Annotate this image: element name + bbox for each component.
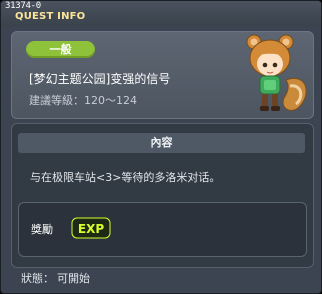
title-bar[interactable]: 31374-0 QUEST INFO <box>1 1 321 26</box>
reward-box: 獎勵 EXP <box>18 202 307 257</box>
category-badge: 一般 <box>26 41 95 58</box>
reward-label: 獎勵 <box>31 223 53 236</box>
content-section: 內容 与在极限车站<3>等待的多洛米对话。 獎勵 EXP <box>11 123 314 268</box>
quest-description: 与在极限车站<3>等待的多洛米对话。 <box>30 171 221 184</box>
status-value: 可開始 <box>57 272 90 285</box>
svg-text:EXP: EXP <box>78 222 104 236</box>
quest-info-window: 31374-0 QUEST INFO 一般 [梦幻主题公园]变强的信号 建議等級… <box>0 0 322 294</box>
content-header: 內容 <box>18 133 305 153</box>
exp-icon[interactable]: EXP <box>71 215 111 241</box>
recommended-level: 建議等級：120～124 <box>29 94 137 107</box>
npc-portrait-icon <box>246 34 307 111</box>
status-label: 狀態： <box>21 272 54 285</box>
quest-id: 31374-0 <box>5 1 41 11</box>
quest-header-card: 一般 [梦幻主题公园]变强的信号 建議等級：120～124 <box>11 31 314 119</box>
quest-name: [梦幻主题公园]变强的信号 <box>29 72 171 86</box>
window-title: QUEST INFO <box>15 11 86 22</box>
